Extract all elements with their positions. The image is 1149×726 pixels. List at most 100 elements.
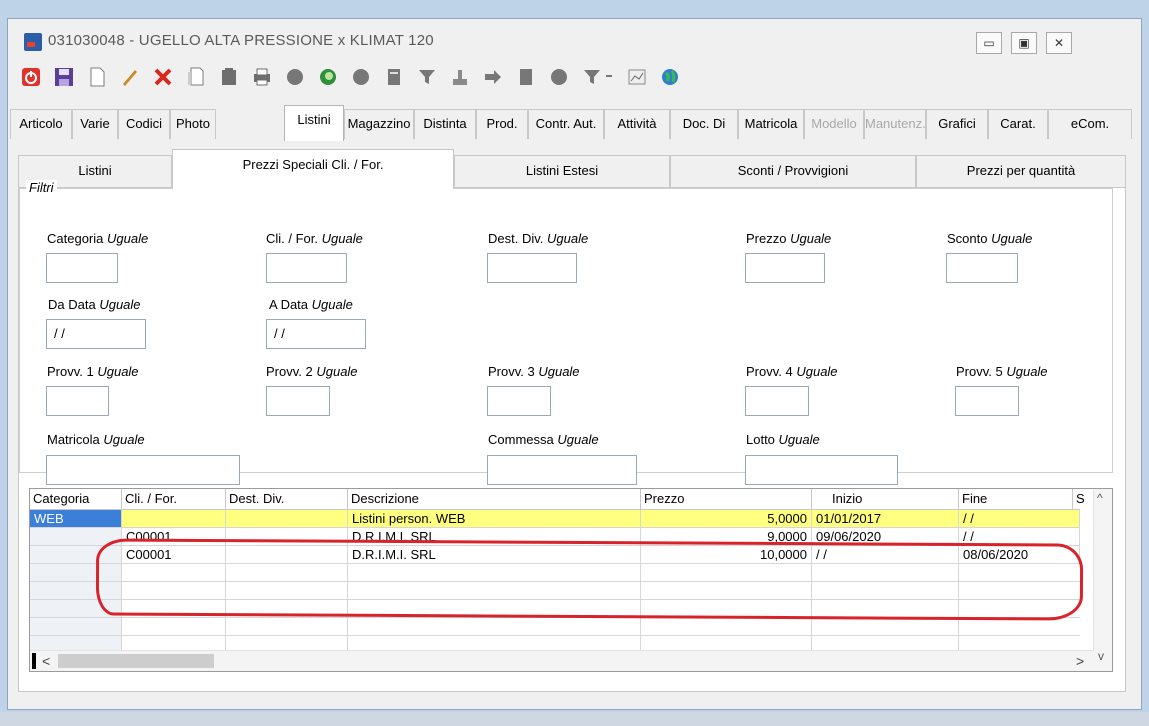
archive-icon[interactable] <box>218 66 240 88</box>
circle-gray-icon[interactable] <box>284 66 306 88</box>
cell-fine[interactable]: / / <box>959 510 1080 527</box>
tab-ecom[interactable]: eCom. <box>1048 109 1132 139</box>
cell-fine[interactable]: / / <box>959 528 1080 545</box>
cell-descrizione[interactable]: D.R.I.M.I. SRL <box>348 546 641 563</box>
document-icon[interactable] <box>383 66 405 88</box>
scroll-right-arrow-icon[interactable]: > <box>1076 653 1084 669</box>
cell-inizio[interactable]: 01/01/2017 <box>812 510 959 527</box>
tab-attivita[interactable]: Attività <box>604 109 670 139</box>
provv2-field[interactable] <box>266 386 330 416</box>
minimize-button[interactable]: ▭ <box>976 32 1002 54</box>
arrow-icon[interactable] <box>482 66 504 88</box>
copy-doc-icon[interactable] <box>185 66 207 88</box>
tab-carat[interactable]: Carat. <box>988 109 1048 139</box>
table-row[interactable]: C00001 D.R.I.M.I. SRL 10,0000 / / 08/06/… <box>30 546 1080 564</box>
col-header-descrizione[interactable]: Descrizione <box>348 489 641 509</box>
cell-categoria[interactable] <box>30 546 122 563</box>
da-data-field[interactable]: / / <box>46 319 146 349</box>
cell-prezzo[interactable]: 10,0000 <box>641 546 812 563</box>
subtab-sconti-provvigioni[interactable]: Sconti / Provvigioni <box>670 155 916 187</box>
dest-div-field[interactable] <box>487 253 577 283</box>
tab-articolo[interactable]: Articolo <box>10 109 72 139</box>
stamp-icon[interactable] <box>449 66 471 88</box>
edit-pencil-icon[interactable] <box>119 66 141 88</box>
tab-listini[interactable]: Listini <box>284 105 344 141</box>
filter-icon[interactable] <box>416 66 438 88</box>
cell-prezzo[interactable]: 5,0000 <box>641 510 812 527</box>
col-header-fine[interactable]: Fine <box>959 489 1073 509</box>
cell-dest-div[interactable] <box>226 528 348 545</box>
a-data-field[interactable]: / / <box>266 319 366 349</box>
chart-icon[interactable] <box>626 66 648 88</box>
tab-photo[interactable]: Photo <box>170 109 216 139</box>
circle-green-icon[interactable] <box>317 66 339 88</box>
col-header-s[interactable]: S <box>1073 489 1085 509</box>
subtab-prezzi-speciali[interactable]: Prezzi Speciali Cli. / For. <box>172 149 454 189</box>
lotto-field[interactable] <box>745 455 898 485</box>
empty-cell <box>348 564 641 581</box>
table-row[interactable]: WEB Listini person. WEB 5,0000 01/01/201… <box>30 510 1080 528</box>
filter-dropdown-icon[interactable] <box>581 66 615 88</box>
tab-grafici[interactable]: Grafici <box>926 109 988 139</box>
prezzo-field[interactable] <box>745 253 825 283</box>
subtab-listini-estesi[interactable]: Listini Estesi <box>454 155 670 187</box>
empty-cell <box>812 564 959 581</box>
table-row[interactable]: C00001 D.R.I.M.I. SRL 9,0000 09/06/2020 … <box>30 528 1080 546</box>
tab-codici[interactable]: Codici <box>118 109 170 139</box>
col-header-cli-for[interactable]: Cli. / For. <box>122 489 226 509</box>
provv3-field[interactable] <box>487 386 551 416</box>
cell-inizio[interactable]: 09/06/2020 <box>812 528 959 545</box>
tab-prod[interactable]: Prod. <box>476 109 528 139</box>
maximize-button[interactable]: ▣ <box>1011 32 1037 54</box>
print-icon[interactable] <box>251 66 273 88</box>
cell-descrizione[interactable]: Listini person. WEB <box>348 510 641 527</box>
tab-doc-di[interactable]: Doc. Di <box>670 109 738 139</box>
cell-categoria[interactable]: WEB <box>30 510 122 527</box>
cell-cli-for[interactable]: C00001 <box>122 546 226 563</box>
book-icon[interactable] <box>515 66 537 88</box>
subtab-prezzi-quantita[interactable]: Prezzi per quantità <box>916 155 1126 187</box>
cell-inizio[interactable]: / / <box>812 546 959 563</box>
scroll-up-arrow-icon[interactable]: ^ <box>1097 491 1103 505</box>
tab-varie[interactable]: Varie <box>72 109 118 139</box>
cell-categoria[interactable] <box>30 528 122 545</box>
new-doc-icon[interactable] <box>86 66 108 88</box>
cell-prezzo[interactable]: 9,0000 <box>641 528 812 545</box>
horizontal-scroll-thumb[interactable] <box>58 654 214 668</box>
sconto-field[interactable] <box>946 253 1018 283</box>
col-header-categoria[interactable]: Categoria <box>30 489 122 509</box>
globe-icon[interactable] <box>659 66 681 88</box>
save-icon[interactable] <box>53 66 75 88</box>
delete-x-icon[interactable] <box>152 66 174 88</box>
tab-magazzino[interactable]: Magazzino <box>344 109 414 139</box>
power-icon[interactable] <box>20 66 42 88</box>
scroll-down-arrow-icon[interactable]: v <box>1098 649 1104 663</box>
tab-contr[interactable]: Contr. Aut. <box>528 109 604 139</box>
scroll-left-arrow-icon[interactable]: < <box>42 653 50 669</box>
vertical-scrollbar[interactable]: ^ v <box>1093 489 1112 671</box>
commessa-field[interactable] <box>487 455 637 485</box>
horizontal-scrollbar[interactable]: < > <box>30 650 1094 671</box>
cell-cli-for[interactable]: C00001 <box>122 528 226 545</box>
matricola-field[interactable] <box>46 455 240 485</box>
cell-cli-for[interactable] <box>122 510 226 527</box>
cli-for-field[interactable] <box>266 253 347 283</box>
cell-dest-div[interactable] <box>226 546 348 563</box>
tab-matricola[interactable]: Matricola <box>738 109 804 139</box>
close-button[interactable]: ✕ <box>1046 32 1072 54</box>
col-header-prezzo[interactable]: Prezzo <box>641 489 812 509</box>
col-header-inizio[interactable]: Inizio <box>812 489 959 509</box>
cell-descrizione[interactable]: D.R.I.M.I. SRL <box>348 528 641 545</box>
empty-cell <box>226 618 348 635</box>
categoria-field[interactable] <box>46 253 118 283</box>
col-header-dest-div[interactable]: Dest. Div. <box>226 489 348 509</box>
circle-icon[interactable] <box>548 66 570 88</box>
provv1-field[interactable] <box>46 386 109 416</box>
cell-fine[interactable]: 08/06/2020 <box>959 546 1080 563</box>
cell-dest-div[interactable] <box>226 510 348 527</box>
circle-gray-icon[interactable] <box>350 66 372 88</box>
provv5-field[interactable] <box>955 386 1019 416</box>
provv4-field[interactable] <box>745 386 809 416</box>
prices-grid[interactable]: Categoria Cli. / For. Dest. Div. Descriz… <box>29 488 1113 672</box>
tab-distinta[interactable]: Distinta <box>414 109 476 139</box>
